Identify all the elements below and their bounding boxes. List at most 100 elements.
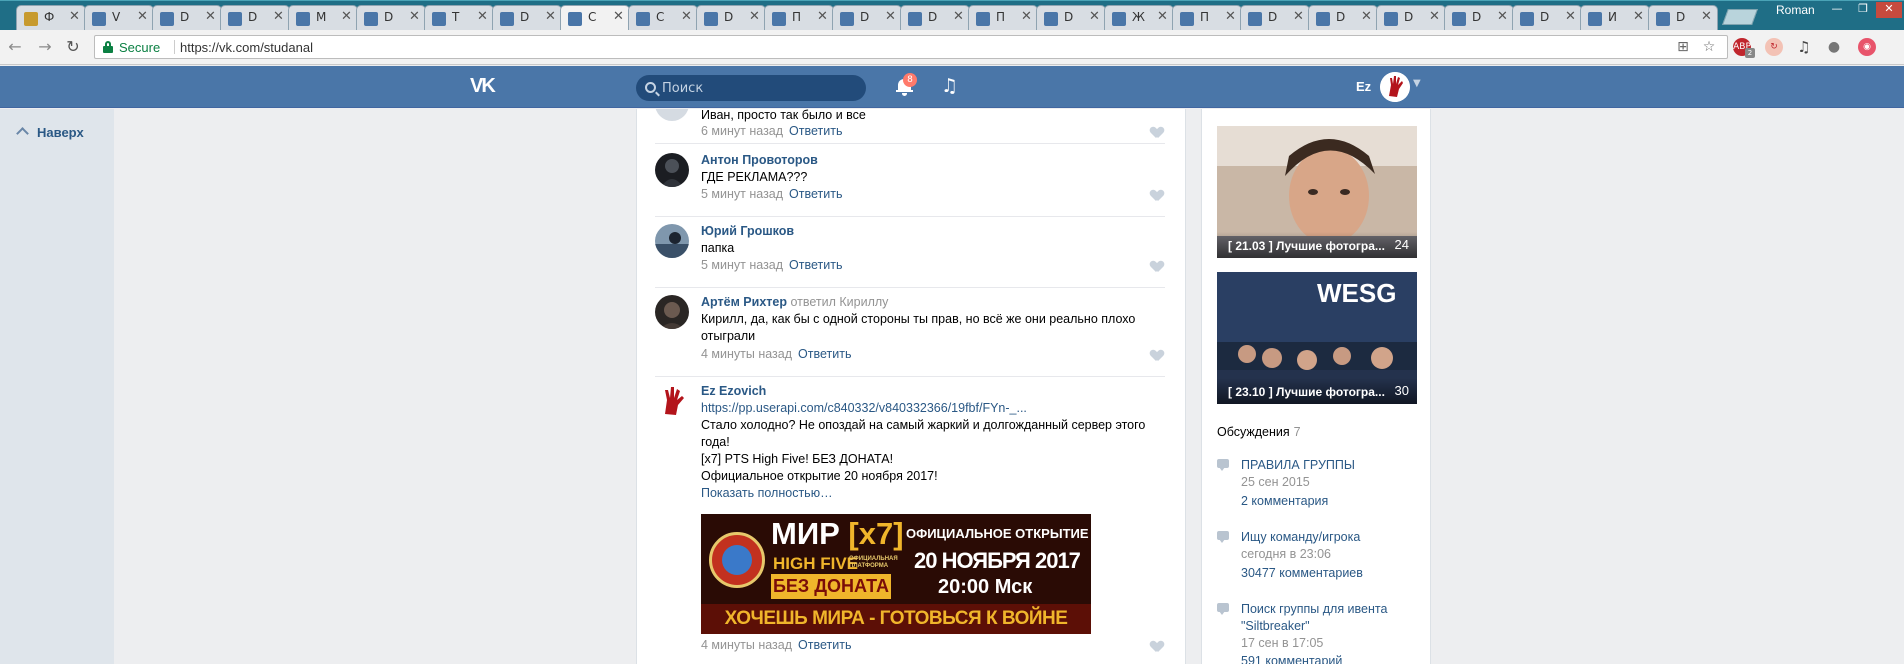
tab-close-icon[interactable]: ✕ [1225,9,1236,24]
tab-close-icon[interactable]: ✕ [477,9,488,24]
tab-close-icon[interactable]: ✕ [137,9,148,24]
address-bar[interactable]: Secure https://vk.com/studanal ⊞ ☆ [94,35,1728,59]
discussion-topic[interactable]: Ищу команду/игрока сегодня в 23:06 30477… [1217,529,1422,589]
browser-tab[interactable]: D ✕ [696,5,766,31]
reload-button[interactable]: ↻ [62,36,84,58]
tab-close-icon[interactable]: ✕ [1565,9,1576,24]
tab-close-icon[interactable]: ✕ [1021,9,1032,24]
window-close-button[interactable]: ✕ [1876,2,1902,18]
browser-tab[interactable]: D ✕ [1648,5,1718,31]
security-label[interactable]: Secure [119,40,160,55]
topic-title[interactable]: ПРАВИЛА ГРУППЫ [1241,457,1421,474]
tab-close-icon[interactable]: ✕ [885,9,896,24]
browser-tab[interactable]: D ✕ [356,5,426,31]
photo-album[interactable]: WESG [ 23.10 ] Лучшие фотогра... 30 [1217,272,1417,404]
user-avatar[interactable] [1380,72,1410,102]
tab-close-icon[interactable]: ✕ [69,9,80,24]
tab-close-icon[interactable]: ✕ [1701,9,1712,24]
browser-tab[interactable]: D ✕ [1376,5,1446,31]
topic-comments[interactable]: 2 комментария [1241,494,1328,508]
browser-profile-name[interactable]: Roman [1770,2,1821,20]
tab-close-icon[interactable]: ✕ [273,9,284,24]
replied-to[interactable]: ответил Кириллу [790,295,888,309]
like-heart-icon[interactable] [1151,350,1163,361]
browser-tab[interactable]: D ✕ [1036,5,1106,31]
browser-tab[interactable]: Ж ✕ [1104,5,1174,31]
eyedropper-icon[interactable]: ● [1825,38,1843,56]
tab-close-icon[interactable]: ✕ [613,9,624,24]
tab-close-icon[interactable]: ✕ [1293,9,1304,24]
browser-tab[interactable]: П ✕ [968,5,1038,31]
comment-author[interactable]: Ez Ezovich [701,384,766,398]
tab-close-icon[interactable]: ✕ [409,9,420,24]
color-picker-icon[interactable]: ◉ [1858,38,1876,56]
like-heart-icon[interactable] [1151,641,1163,652]
browser-tab[interactable]: D ✕ [1308,5,1378,31]
comment-author[interactable]: Юрий Грошков [701,224,794,238]
window-restore-button[interactable]: ❐ [1850,2,1876,18]
topic-title[interactable]: Поиск группы для ивента "Siltbreaker" [1241,601,1421,635]
browser-tab[interactable]: D ✕ [1444,5,1514,31]
comment-time[interactable]: 4 минуты назад [701,638,792,652]
tab-close-icon[interactable]: ✕ [681,9,692,24]
tab-close-icon[interactable]: ✕ [953,9,964,24]
music-extension-icon[interactable]: ♫ [1795,38,1813,56]
discussion-topic[interactable]: Поиск группы для ивента "Siltbreaker" 17… [1217,601,1422,664]
vk-logo[interactable]: VK [470,75,496,98]
reply-link[interactable]: Ответить [789,258,842,272]
tab-close-icon[interactable]: ✕ [749,9,760,24]
browser-tab[interactable]: П ✕ [1172,5,1242,31]
topic-title[interactable]: Ищу команду/игрока [1241,529,1421,546]
show-more-link[interactable]: Показать полностью… [701,485,1161,502]
new-tab-button[interactable] [1722,9,1758,25]
comment-avatar[interactable] [655,295,689,329]
browser-tab[interactable]: D ✕ [220,5,290,31]
browser-tab[interactable]: T ✕ [424,5,494,31]
browser-tab[interactable]: D ✕ [900,5,970,31]
comment-avatar[interactable] [655,109,689,121]
scroll-to-top-rail[interactable]: Наверх [0,109,114,664]
window-minimize-button[interactable]: — [1824,2,1850,18]
photo-album[interactable]: [ 21.03 ] Лучшие фотогра... 24 [1217,126,1417,258]
tab-close-icon[interactable]: ✕ [1497,9,1508,24]
tab-close-icon[interactable]: ✕ [1633,9,1644,24]
comment-avatar[interactable] [655,224,689,258]
discussion-topic[interactable]: ПРАВИЛА ГРУППЫ 25 сен 2015 2 комментария [1217,457,1422,517]
like-heart-icon[interactable] [1151,127,1163,138]
tab-close-icon[interactable]: ✕ [1429,9,1440,24]
comment-link[interactable]: https://pp.userapi.com/c840332/v84033236… [701,400,1161,417]
to-top-link[interactable]: Наверх [16,125,84,140]
browser-tab[interactable]: D ✕ [1512,5,1582,31]
comment-time[interactable]: 4 минуты назад [701,347,792,361]
comment-avatar[interactable] [655,384,689,418]
star-icon[interactable]: ☆ [1701,39,1717,55]
reply-link[interactable]: Ответить [789,124,842,138]
browser-tab[interactable]: И ✕ [1580,5,1650,31]
comment-time[interactable]: 6 минут назад [701,124,783,138]
tab-close-icon[interactable]: ✕ [341,9,352,24]
tab-close-icon[interactable]: ✕ [1157,9,1168,24]
user-name[interactable]: Ez [1356,79,1371,94]
chevron-down-icon[interactable]: ▼ [1413,78,1421,89]
topic-comments[interactable]: 30477 комментариев [1241,566,1363,580]
reply-link[interactable]: Ответить [798,638,851,652]
comment-author[interactable]: Антон Провоторов [701,153,818,167]
tab-close-icon[interactable]: ✕ [545,9,556,24]
tab-close-icon[interactable]: ✕ [1361,9,1372,24]
browser-tab[interactable]: C ✕ [628,5,698,31]
back-button[interactable]: ← [4,36,26,58]
browser-tab[interactable]: П ✕ [764,5,834,31]
browser-tab[interactable]: D ✕ [492,5,562,31]
browser-tab[interactable]: Ф ✕ [16,5,86,31]
comment-attached-image[interactable]: МИР [x7] ОФИЦИАЛЬНОЕ ОТКРЫТИЕ HIGH FIVE … [701,514,1091,634]
translate-icon[interactable]: ⊞ [1675,39,1691,55]
music-icon[interactable]: ♫ [941,75,958,97]
browser-tab[interactable]: D ✕ [152,5,222,31]
discussions-heading[interactable]: Обсуждения 7 [1217,425,1301,439]
comment-author-name[interactable]: Артём Рихтер [701,295,787,309]
browser-tab[interactable]: V ✕ [84,5,154,31]
comment-time[interactable]: 5 минут назад [701,187,783,201]
browser-tab[interactable]: M ✕ [288,5,358,31]
url-text[interactable]: https://vk.com/studanal [180,40,313,55]
topic-comments[interactable]: 591 комментарий [1241,654,1342,664]
